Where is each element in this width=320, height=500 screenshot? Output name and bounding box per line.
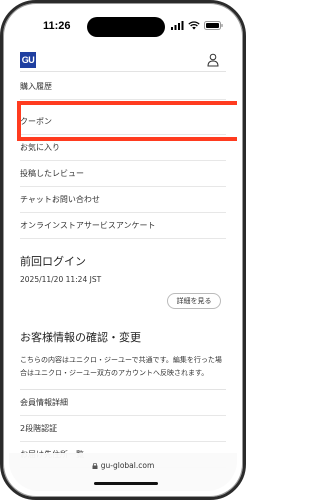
status-bar: 11:26 xyxy=(9,9,237,43)
menu-item-label: 2段階認証 xyxy=(20,424,58,433)
dynamic-island xyxy=(87,17,165,37)
lock-icon xyxy=(92,463,98,469)
wifi-icon xyxy=(188,21,200,30)
gu-logo[interactable]: GU xyxy=(20,52,36,68)
divider xyxy=(20,71,226,72)
last-login-title: 前回ログイン xyxy=(20,255,86,268)
menu-item-label: 購入履歴 xyxy=(20,82,52,91)
status-time: 11:26 xyxy=(43,20,71,32)
menu-item-label: お気に入り xyxy=(20,143,60,152)
menu-item-reviews[interactable]: 投稿したレビュー xyxy=(20,161,226,187)
menu-item-label: 会員情報詳細 xyxy=(20,398,68,407)
account-icon[interactable] xyxy=(207,53,219,67)
signal-icon xyxy=(171,21,184,30)
menu-item-label: チャットお問い合わせ xyxy=(20,195,100,204)
menu-item-chat-inquiry[interactable]: チャットお問い合わせ xyxy=(20,187,226,213)
menu-item-survey[interactable]: オンラインストアサービスアンケート xyxy=(20,213,226,239)
detail-button[interactable]: 詳細を見る xyxy=(167,293,221,309)
menu-item-two-factor-auth[interactable]: 2段階認証 xyxy=(20,416,226,442)
last-login-datetime: 2025/11/20 11:24 JST xyxy=(20,275,102,284)
url-text: gu-global.com xyxy=(100,461,155,470)
customer-info-title: お客様情報の確認・変更 xyxy=(20,331,141,344)
menu-item-member-details[interactable]: 会員情報詳細 xyxy=(20,390,226,416)
screen: 11:26 GU 購入履歴 クーポン お気に入り 投稿したレビュー チャットお問… xyxy=(9,9,237,491)
menu-item-label: 投稿したレビュー xyxy=(20,169,84,178)
url-display[interactable]: gu-global.com xyxy=(9,461,237,470)
menu-item-label: オンラインストアサービスアンケート xyxy=(20,221,156,230)
customer-info-description: こちらの内容はユニクロ・ジーユーで共通です。編集を行った場合はユニクロ・ジーユー… xyxy=(20,356,222,377)
phone-frame: 11:26 GU 購入履歴 クーポン お気に入り 投稿したレビュー チャットお問… xyxy=(0,0,246,500)
browser-url-bar[interactable]: gu-global.com xyxy=(9,453,237,491)
menu-item-purchase-history[interactable]: 購入履歴 xyxy=(20,74,226,100)
battery-icon xyxy=(204,21,223,30)
home-indicator xyxy=(94,482,158,485)
status-icons xyxy=(171,21,223,30)
highlight-box xyxy=(17,101,237,141)
